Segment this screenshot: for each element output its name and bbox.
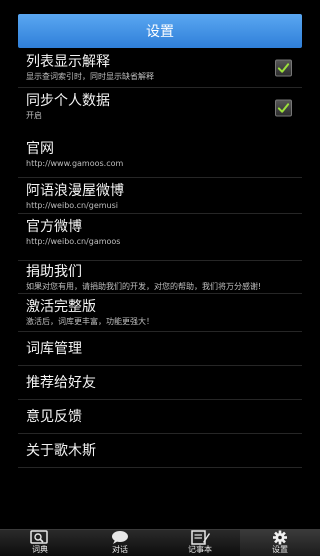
setting-subtitle: http://weibo.cn/gemusi [26,201,118,210]
setting-recommend-friends[interactable]: 推荐给好友 [18,366,302,400]
setting-title: 推荐给好友 [26,375,96,391]
chat-bubble-icon [109,530,131,545]
setting-title: 激活完整版 [26,299,96,315]
setting-subtitle: http://weibo.cn/gamoos [26,237,121,246]
setting-subtitle: 如果对您有用，请捐助我们的开发，对您的帮助，我们将万分感谢! [26,282,262,291]
setting-title: 捐助我们 [26,264,82,280]
setting-gemusi-weibo[interactable]: 阿语浪漫屋微博 http://weibo.cn/gemusi [18,178,302,214]
tab-label: 记事本 [188,545,212,554]
tab-notebook[interactable]: 记事本 [160,530,240,556]
setting-official-site[interactable]: 官网 http://www.gamoos.com [18,128,302,178]
setting-feedback[interactable]: 意见反馈 [18,400,302,434]
tab-label: 对话 [112,545,128,554]
tab-label: 词典 [32,545,48,554]
check-icon [277,62,290,73]
setting-title: 列表显示解释 [26,54,110,70]
page-title: 设置 [146,24,174,40]
setting-subtitle: 开启 [26,111,42,120]
setting-title: 关于歌木斯 [26,443,96,459]
show-explanation-checkbox[interactable] [275,59,292,76]
setting-sync-personal-data[interactable]: 同步个人数据 开启 [18,88,302,128]
setting-subtitle: 显示查词索引时，同时显示缺省解释 [26,72,154,81]
settings-list: 列表显示解释 显示查词索引时，同时显示缺省解释 同步个人数据 开启 官网 htt… [18,48,302,468]
dictionary-icon [29,530,51,545]
bottom-tab-bar: 词典 对话 记事本 设置 [0,529,320,556]
setting-title: 同步个人数据 [26,93,110,109]
setting-title: 阿语浪漫屋微博 [26,183,124,199]
setting-official-weibo[interactable]: 官方微博 http://weibo.cn/gamoos [18,214,302,260]
setting-subtitle: http://www.gamoos.com [26,159,124,168]
setting-subtitle: 激活后，词库更丰富，功能更强大！ [26,317,154,326]
setting-dictionary-management[interactable]: 词库管理 [18,332,302,366]
setting-title: 官方微博 [26,219,82,235]
setting-donate[interactable]: 捐助我们 如果对您有用，请捐助我们的开发，对您的帮助，我们将万分感谢! [18,260,302,294]
setting-list-show-explanation[interactable]: 列表显示解释 显示查词索引时，同时显示缺省解释 [18,48,302,88]
setting-title: 意见反馈 [26,409,82,425]
setting-title: 官网 [26,141,54,157]
gear-icon [269,530,291,545]
setting-title: 词库管理 [26,341,82,357]
sync-data-checkbox[interactable] [275,99,292,117]
setting-activate-full[interactable]: 激活完整版 激活后，词库更丰富，功能更强大！ [18,294,302,332]
tab-settings[interactable]: 设置 [240,530,320,556]
check-icon [277,103,290,113]
setting-about[interactable]: 关于歌木斯 [18,434,302,468]
tab-dialogue[interactable]: 对话 [80,530,160,556]
page-header: 设置 [18,14,302,48]
tab-label: 设置 [272,545,288,554]
section-spacer: 官网 http://www.gamoos.com [18,128,302,178]
tab-dictionary[interactable]: 词典 [0,530,80,556]
notebook-icon [189,530,211,545]
